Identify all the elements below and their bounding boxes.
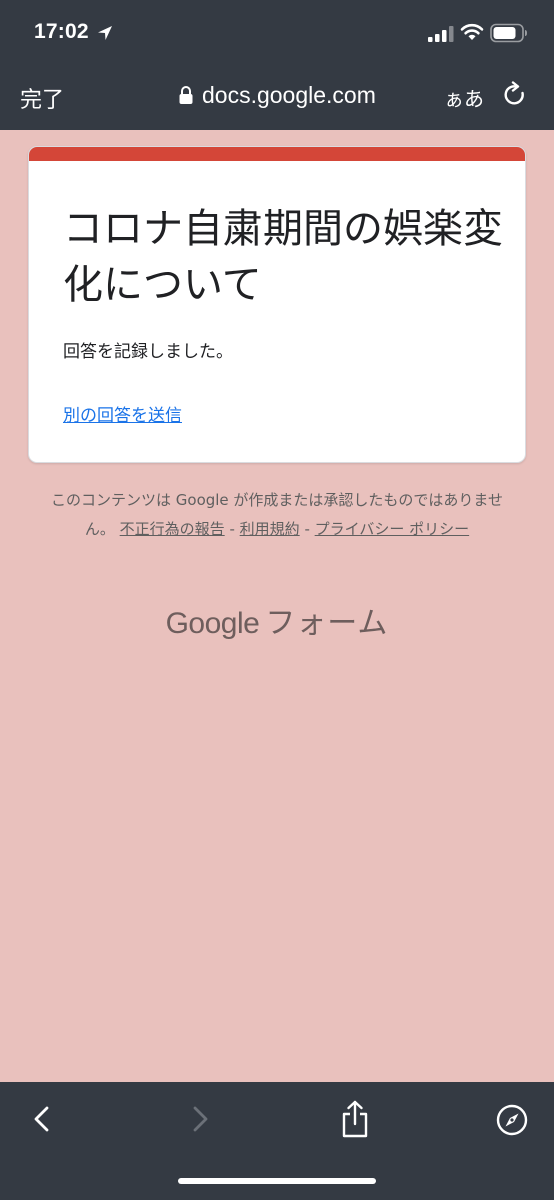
logo-google-text: Google	[165, 607, 260, 640]
compass-icon[interactable]	[496, 1104, 528, 1136]
disclaimer: このコンテンツは Google が作成または承認したものではありません。 不正行…	[44, 486, 510, 544]
text-size-button[interactable]: ぁあ	[444, 83, 484, 112]
done-button[interactable]: 完了	[20, 82, 64, 114]
privacy-policy-link[interactable]: プライバシー ポリシー	[315, 520, 469, 538]
lock-icon	[179, 86, 193, 104]
reload-icon[interactable]	[502, 81, 528, 109]
separator: -	[304, 520, 310, 538]
card-accent-bar	[29, 147, 525, 161]
browser-bar: 完了 docs.google.com ぁあ	[0, 64, 554, 130]
logo-forms-text: フォーム	[265, 606, 389, 641]
google-forms-logo[interactable]: Google フォーム	[0, 598, 554, 642]
back-icon[interactable]	[28, 1104, 56, 1134]
submit-another-response-link[interactable]: 別の回答を送信	[63, 401, 182, 426]
terms-link[interactable]: 利用規約	[240, 520, 300, 538]
top-chrome: 17:02 完了 docs.google.com ぁあ	[0, 0, 554, 130]
location-arrow-icon	[98, 26, 112, 40]
status-bar: 17:02	[0, 0, 554, 64]
confirmation-message: 回答を記録しました。	[63, 342, 233, 362]
form-title: コロナ自粛期間の娯楽変化について	[63, 206, 503, 308]
forward-icon[interactable]	[186, 1104, 214, 1134]
separator: -	[229, 520, 235, 538]
share-icon[interactable]	[340, 1100, 370, 1138]
wifi-icon	[460, 23, 484, 40]
confirmation-card: コロナ自粛期間の娯楽変化について 回答を記録しました。 別の回答を送信	[28, 146, 526, 463]
address-bar[interactable]: docs.google.com	[178, 80, 376, 110]
home-indicator	[178, 1178, 376, 1184]
report-abuse-link[interactable]: 不正行為の報告	[120, 520, 225, 538]
signal-icon	[428, 26, 454, 42]
status-time: 17:02	[34, 20, 89, 43]
bottom-toolbar	[0, 1082, 554, 1200]
battery-icon	[490, 23, 527, 43]
url-text: docs.google.com	[202, 81, 376, 108]
